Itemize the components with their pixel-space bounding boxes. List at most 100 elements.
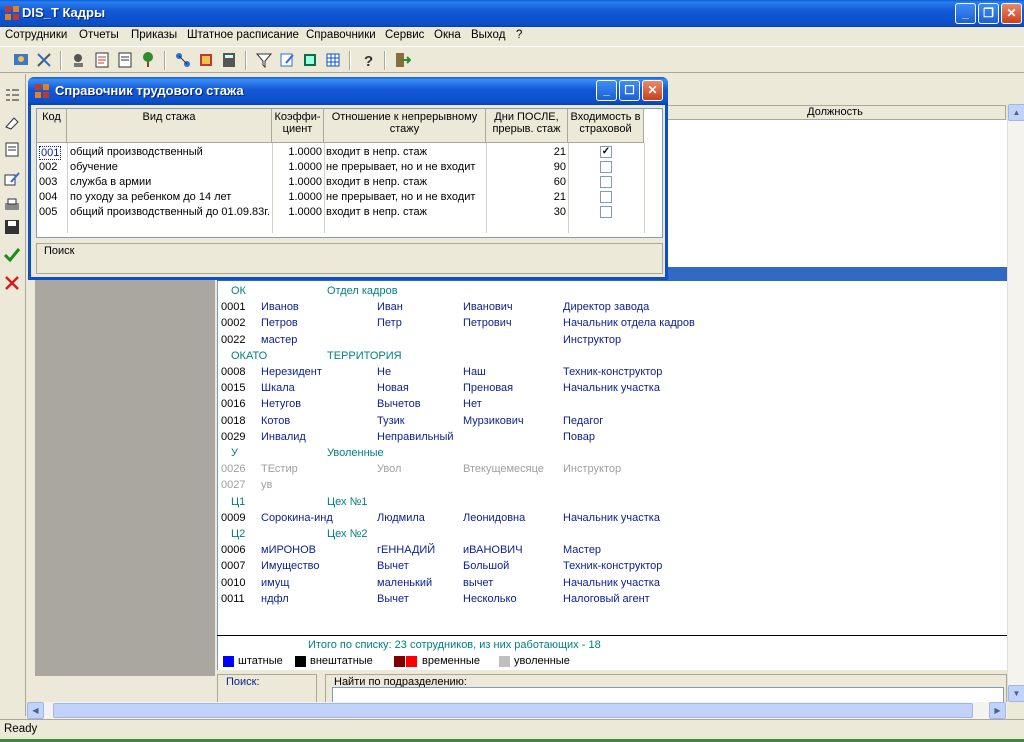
cross-icon[interactable] [3,274,21,292]
employee-position: Начальник отдела кадров [563,317,695,329]
grid-header-insured[interactable]: Входимость в страховой [568,109,644,143]
maximize-icon: ☐ [624,83,635,97]
close-button[interactable]: ✕ [1001,3,1022,24]
employee-code: 0009 [221,512,246,524]
employee-patronymic: Наш [463,366,486,378]
menu-reports[interactable]: Отчеты [79,29,119,41]
scroll-up-arrow-icon[interactable]: ▲ [1008,104,1024,121]
toolbar-separator [164,51,166,70]
restore-button[interactable]: ❐ [978,3,999,24]
scroll-right-arrow-icon[interactable]: ▶ [989,702,1006,719]
edit-doc-icon[interactable] [278,51,296,69]
list-icon[interactable] [3,86,21,104]
experience-days-after: 30 [553,206,566,218]
experience-row[interactable]: 004 по уходу за ребенком до 14 лет 1.0000 н… [37,190,649,205]
menu-exit[interactable]: Выход [471,29,505,41]
insured-checkbox[interactable] [600,176,612,188]
employee-surname: Нетугов [261,398,302,410]
network-icon[interactable] [174,51,192,69]
legend-swatch-fired [499,656,510,667]
insured-checkbox[interactable]: ✓ [600,146,612,158]
save-icon[interactable] [3,218,21,236]
employee-patronymic: Несколько [463,593,517,605]
work-experience-dialog: Справочник трудового стажа _ ☐ ✕ Код Вид… [28,77,668,280]
horizontal-scrollbar[interactable]: ◀ ▶ [27,702,1007,719]
orders-icon[interactable] [93,51,111,69]
employee-patronymic: Петрович [463,317,512,329]
employee-code: 0001 [221,301,246,313]
vertical-scrollbar[interactable]: ▲ ▼ [1007,104,1024,702]
insured-checkbox[interactable] [600,161,612,173]
employee-position: Техник-конструктор [563,560,663,572]
filter-icon[interactable] [255,51,273,69]
menu-orders[interactable]: Приказы [131,29,177,41]
palm-icon[interactable] [139,51,157,69]
employee-name: гЕННАДИЙ [377,544,436,556]
employees-icon[interactable] [12,51,30,69]
employee-patronymic: Большой [463,560,510,572]
dialog-close-button[interactable]: ✕ [642,80,663,101]
search-label: Поиск: [226,676,260,688]
menu-service[interactable]: Сервис [385,29,424,41]
grid-header-days-after[interactable]: Дни ПОСЛЕ, прерыв. стаж [486,109,568,143]
menu-bar: Сотрудники Отчеты Приказы Штатное распис… [0,27,1024,46]
employee-code: 0029 [221,431,246,443]
menu-help[interactable]: ? [516,29,522,41]
grid-header-coefficient[interactable]: Коэффи- циент [272,109,324,143]
find-by-department-input[interactable] [332,687,1004,703]
edit-icon[interactable] [3,170,21,188]
menu-employees[interactable]: Сотрудники [5,29,67,41]
column-header-position[interactable]: Должность [664,105,1006,120]
horizontal-scroll-thumb[interactable] [53,703,973,718]
experience-kind: общий производственный [70,146,203,158]
scroll-left-arrow-icon[interactable]: ◀ [27,702,44,719]
experience-row[interactable]: 001 общий производственный 1.0000 входит в … [37,145,649,160]
employee-surname: ТЕстир [261,463,298,475]
experience-relation: входит в непр. стаж [326,146,427,158]
help-icon[interactable]: ? [359,51,377,70]
employee-surname: ндфл [261,593,289,605]
staff-schedule-icon[interactable] [116,51,134,69]
user-search-icon[interactable] [70,51,88,69]
insured-checkbox[interactable] [600,206,612,218]
employee-surname: мастер [261,334,298,346]
spreadsheet-icon[interactable] [301,51,319,69]
eraser-icon[interactable] [3,114,21,132]
exit-icon[interactable] [393,51,412,69]
insured-checkbox[interactable] [600,191,612,203]
grid-header-code[interactable]: Код [37,109,67,143]
experience-row[interactable]: 002 обучение 1.0000 не прерывает, но и не в… [37,160,649,175]
menu-staff-schedule[interactable]: Штатное расписание [187,29,299,41]
tools-icon[interactable] [35,51,53,69]
employee-code: 0027 [221,479,246,491]
department-code: ОКАТО [231,350,268,362]
menu-windows[interactable]: Окна [434,29,461,41]
employee-surname: Иванов [261,301,299,313]
checkmark-icon[interactable] [3,246,21,264]
experience-row[interactable]: 003 служба в армии 1.0000 входит в непр. ст… [37,175,649,190]
employee-code: 0006 [221,544,246,556]
svg-text:?: ? [364,53,373,69]
employee-name: Вычет [377,593,409,605]
dialog-maximize-button[interactable]: ☐ [619,80,640,101]
calculator-icon[interactable] [220,51,238,69]
department-code: Ц2 [231,528,246,540]
employee-position: Повар [563,431,595,443]
card-icon[interactable] [3,140,21,158]
table-icon[interactable] [324,51,342,69]
scroll-down-arrow-icon[interactable]: ▼ [1008,685,1024,702]
dialog-minimize-button[interactable]: _ [596,80,617,101]
print-icon[interactable] [3,196,21,214]
experience-grid[interactable]: Код Вид стажа Коэффи- циент Отношение к … [36,108,663,238]
grid-header-relation[interactable]: Отношение к непрерывному стажу [324,109,486,143]
toolbar-separator [60,51,62,70]
experience-row[interactable]: 005 общий производственный до 01.09.83г. 1… [37,205,649,220]
experience-code: 002 [39,161,58,173]
employee-position: Директор завода [563,301,650,313]
employee-name: Петр [377,317,402,329]
book-icon[interactable] [197,51,215,69]
menu-references[interactable]: Справочники [306,29,376,41]
grid-header-kind[interactable]: Вид стажа [67,109,272,143]
status-bar: Ready [0,719,1024,739]
minimize-button[interactable]: _ [955,3,976,24]
